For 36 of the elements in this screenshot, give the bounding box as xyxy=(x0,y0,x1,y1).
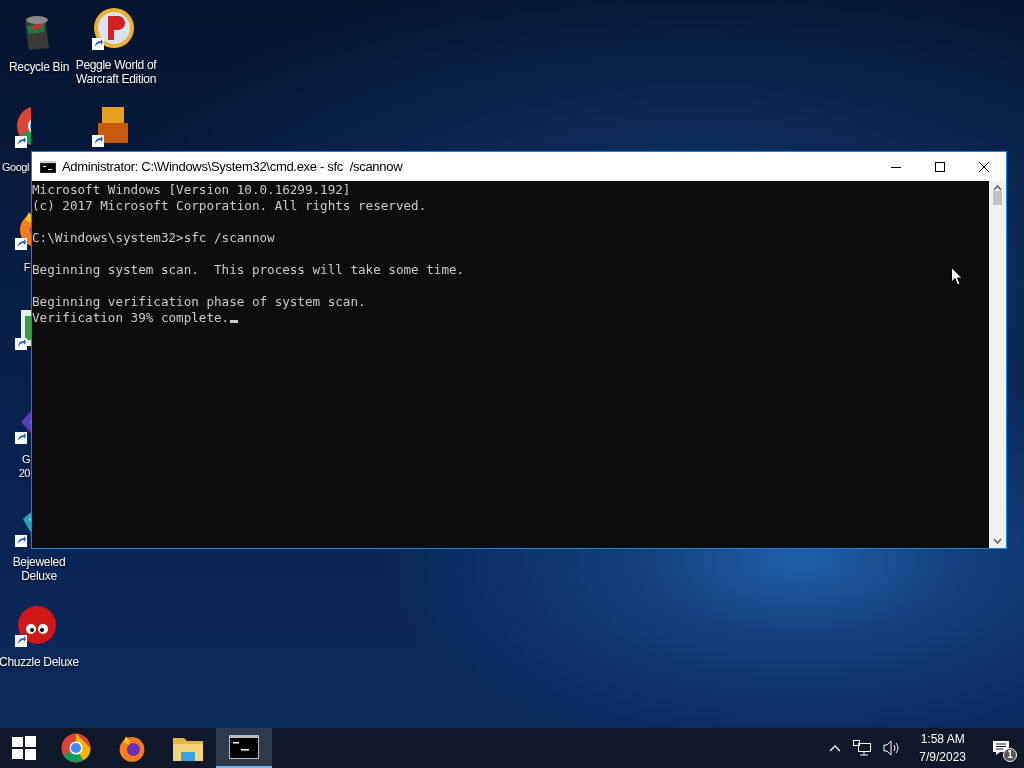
scroll-thumb[interactable] xyxy=(993,191,1002,205)
console-icon xyxy=(40,160,56,173)
scroll-up-icon[interactable] xyxy=(993,183,1002,193)
icon-label: Peggle World of xyxy=(75,58,157,72)
clock-time: 1:58 AM xyxy=(920,731,965,748)
folder-icon xyxy=(173,735,203,761)
icon-label: 20 xyxy=(18,466,30,480)
icon-label: G xyxy=(21,452,30,466)
chrome-icon xyxy=(60,732,92,764)
taskbar-app-button[interactable] xyxy=(216,728,272,768)
notification-button[interactable]: 1 xyxy=(978,728,1024,768)
console-line: (c) 2017 Microsoft Corporation. All rights reserved. xyxy=(32,198,427,214)
window-title: Administrator: C:\Windows\System32\cmd.exe - sfc /scannow xyxy=(62,157,403,176)
icon-label: Googl xyxy=(2,160,29,174)
icon-label: F xyxy=(23,260,30,274)
clock-date: 7/9/2023 xyxy=(919,749,966,766)
close-icon xyxy=(979,161,989,172)
console-line: Microsoft Windows [Version 10.0.16299.192] xyxy=(32,182,351,198)
message-icon xyxy=(992,740,1010,756)
scrollbar[interactable] xyxy=(989,181,1006,548)
console-line: C:\Windows\system32>sfc /scannow xyxy=(32,230,275,246)
mouse-pointer-icon xyxy=(951,267,963,286)
icon-label: Deluxe xyxy=(21,569,57,583)
icon-label: Recycle Bin xyxy=(8,60,70,74)
scroll-down-icon[interactable] xyxy=(993,536,1002,546)
console-icon xyxy=(229,735,259,759)
start-windows-icon xyxy=(12,736,36,760)
icon-label: Chuzzle Deluxe xyxy=(0,655,79,669)
clock[interactable]: 1:58 AM 7/9/2023 xyxy=(907,730,978,766)
icon-label: Warcraft Edition xyxy=(75,72,157,86)
console-line: Beginning system scan. This process will take some time. xyxy=(32,262,465,278)
maximize-icon xyxy=(935,161,945,172)
console-line: Verification 39% complete. xyxy=(32,310,230,326)
console-line: Beginning verification phase of system scan. xyxy=(32,294,366,310)
notification-count: 1 xyxy=(1003,748,1017,762)
icon-label: Bejeweled xyxy=(12,555,66,569)
